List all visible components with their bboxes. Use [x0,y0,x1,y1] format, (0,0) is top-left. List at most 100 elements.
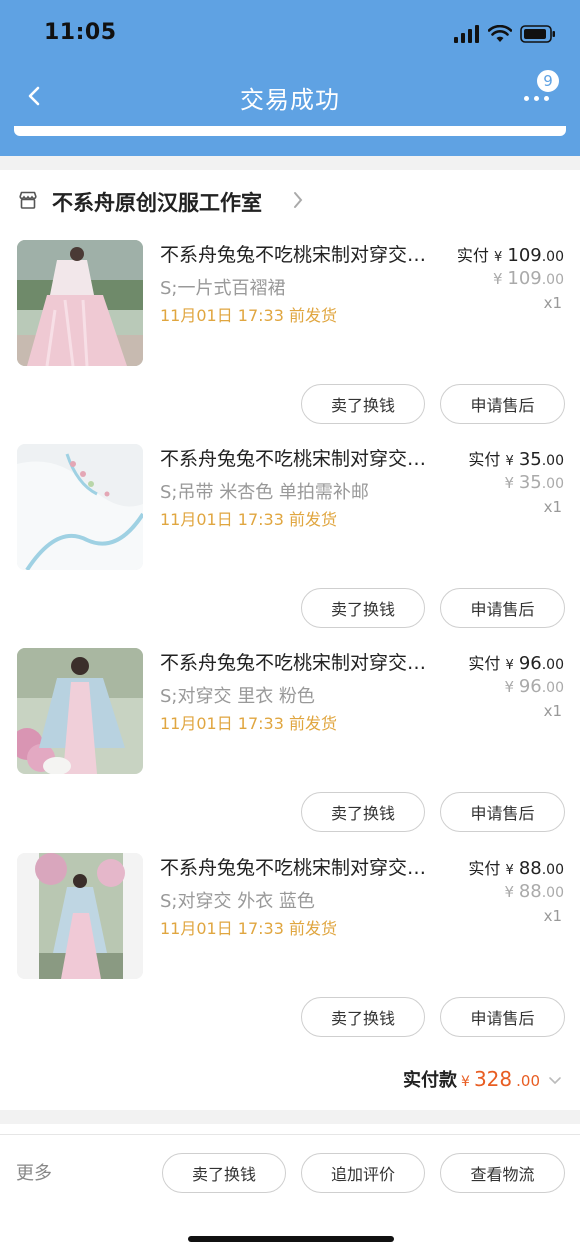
shipping-time: 11月01日 17:33 前发货 [160,919,338,938]
product-thumbnail[interactable] [17,648,143,774]
system-icons [454,24,556,44]
order-total[interactable]: 实付款 ¥ 328.00 [403,1066,562,1096]
message-badge: 9 [535,68,561,94]
shipping-time: 11月01日 17:33 前发货 [160,714,338,733]
chevron-down-icon[interactable] [548,1076,562,1086]
paid-price: 实付 ¥ 109.00 [457,242,564,266]
paid-label: 实付 [456,246,489,265]
sell-button[interactable]: 卖了换钱 [301,384,425,424]
sell-order-button[interactable]: 卖了换钱 [162,1153,286,1193]
original-amount: 109 [507,268,542,289]
currency-symbol: ¥ [461,1074,470,1090]
currency-symbol: ¥ [505,863,514,878]
chevron-right-icon [294,192,303,208]
currency-symbol: ¥ [505,658,514,673]
order-item[interactable]: 不系舟兔兔不吃桃宋制对穿交领褙子 S;一片式百褶裙 11月01日 17:33 前… [0,240,580,444]
product-thumbnail[interactable] [17,853,143,979]
product-title[interactable]: 不系舟兔兔不吃桃宋制对穿交领褙子 [160,240,445,267]
order-detail-page: 11:05 交易成功 9 不系舟原创汉服工作室 不系舟兔兔不吃桃宋制对穿交领褙子… [0,0,580,1255]
paid-label: 实付 [468,654,501,673]
battery-icon [520,25,555,43]
paid-decimal: .00 [541,249,564,265]
nav-bar: 交易成功 9 [0,64,580,128]
quantity: x1 [543,498,562,516]
sell-button[interactable]: 卖了换钱 [301,997,425,1037]
product-title[interactable]: 不系舟兔兔不吃桃宋制对穿交领褙子 [160,853,445,880]
shop-header[interactable]: 不系舟原创汉服工作室 [0,176,580,224]
order-item[interactable]: 不系舟兔兔不吃桃宋制对穿交领褙子 S;对穿交 里衣 粉色 11月01日 17:3… [0,648,580,852]
product-spec: S;对穿交 外衣 蓝色 [160,891,315,912]
total-label: 实付款 [403,1070,458,1091]
quantity: x1 [543,907,562,925]
bottom-action-bar: 更多 卖了换钱 追加评价 查看物流 [0,1134,580,1206]
product-spec: S;一片式百褶裙 [160,278,286,299]
after-sales-button[interactable]: 申请售后 [440,384,565,424]
paid-amount: 88 [518,858,542,879]
original-price: ¥ 96.00 [505,676,565,697]
paid-amount: 96 [518,653,542,674]
paid-amount: 109 [507,245,542,266]
paid-label: 实付 [468,450,501,469]
original-decimal: .00 [541,476,564,492]
shipping-time: 11月01日 17:33 前发货 [160,510,338,529]
status-bar: 11:05 [0,0,580,64]
quantity: x1 [543,702,562,720]
currency-symbol: ¥ [494,250,503,265]
paid-price: 实付 ¥ 35.00 [468,446,564,470]
product-thumbnail[interactable] [17,240,143,366]
shipping-time: 11月01日 17:33 前发货 [160,306,338,325]
status-time: 11:05 [44,20,117,45]
more-menu-button[interactable]: 9 [518,68,566,116]
after-sales-button[interactable]: 申请售后 [440,588,565,628]
original-amount: 35 [518,472,542,493]
view-logistics-button[interactable]: 查看物流 [440,1153,565,1193]
total-amount: 328 [473,1067,513,1091]
original-decimal: .00 [541,885,564,901]
product-title[interactable]: 不系舟兔兔不吃桃宋制对穿交领褙子 [160,444,445,471]
paid-decimal: .00 [541,862,564,878]
paid-decimal: .00 [541,453,564,469]
sell-button[interactable]: 卖了换钱 [301,792,425,832]
original-decimal: .00 [541,272,564,288]
paid-label: 实付 [468,859,501,878]
header: 11:05 交易成功 9 [0,0,580,156]
currency-symbol: ¥ [504,474,515,492]
quantity: x1 [543,294,562,312]
add-review-button[interactable]: 追加评价 [301,1153,425,1193]
shop-icon [19,191,37,209]
paid-decimal: .00 [541,657,564,673]
paid-price: 实付 ¥ 96.00 [468,650,564,674]
currency-symbol: ¥ [504,678,515,696]
shop-name: 不系舟原创汉服工作室 [52,191,262,215]
order-item[interactable]: 不系舟兔兔不吃桃宋制对穿交领褙子 S;对穿交 外衣 蓝色 11月01日 17:3… [0,853,580,1057]
more-actions-link[interactable]: 更多 [16,1159,52,1185]
divider [0,1110,580,1124]
currency-symbol: ¥ [493,270,503,288]
header-card-edge [14,126,566,136]
home-indicator [188,1236,394,1242]
original-decimal: .00 [541,680,564,696]
currency-symbol: ¥ [504,883,515,901]
original-price: ¥ 109.00 [493,268,564,289]
after-sales-button[interactable]: 申请售后 [440,997,565,1037]
paid-amount: 35 [518,449,542,470]
sell-button[interactable]: 卖了换钱 [301,588,425,628]
original-price: ¥ 88.00 [505,881,565,902]
product-title[interactable]: 不系舟兔兔不吃桃宋制对穿交领褙子 [160,648,445,675]
more-dots-icon [524,96,549,101]
product-thumbnail[interactable] [17,444,143,570]
page-title: 交易成功 [240,86,340,114]
after-sales-button[interactable]: 申请售后 [440,792,565,832]
paid-price: 实付 ¥ 88.00 [468,855,564,879]
original-amount: 88 [518,881,542,902]
wifi-icon [488,25,512,42]
currency-symbol: ¥ [505,454,514,469]
order-item[interactable]: 不系舟兔兔不吃桃宋制对穿交领褙子 S;吊带 米杏色 单拍需补邮 11月01日 1… [0,444,580,648]
original-amount: 96 [518,676,542,697]
signal-icon [454,25,479,43]
original-price: ¥ 35.00 [505,472,565,493]
product-spec: S;吊带 米杏色 单拍需补邮 [160,482,369,503]
total-decimal: .00 [516,1072,540,1090]
divider [0,156,580,170]
product-spec: S;对穿交 里衣 粉色 [160,686,315,707]
